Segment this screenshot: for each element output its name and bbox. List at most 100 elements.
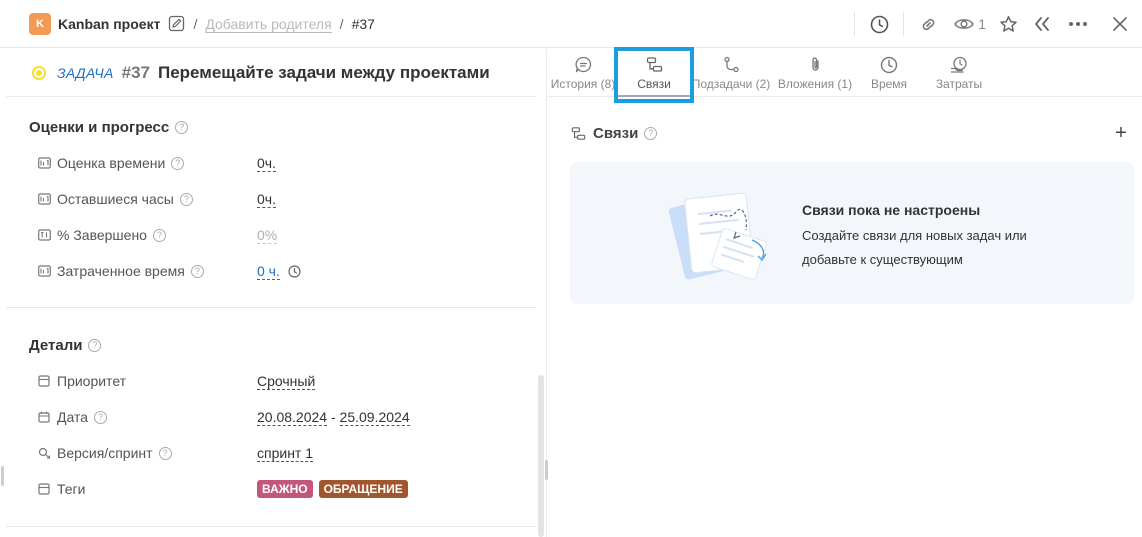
link-icon[interactable] [916,12,940,36]
add-parent-link[interactable]: Добавить родителя [205,16,331,32]
estimate-row: Оставшиеся часы? 0ч. [29,181,536,217]
remaining-hours-value[interactable]: 0ч. [257,191,276,208]
add-link-button[interactable]: + [1111,122,1131,144]
edit-icon[interactable] [167,15,185,33]
tab-history[interactable]: История (8) [551,49,615,97]
start-date-value[interactable]: 20.08.2024 [257,409,328,426]
tag-badge[interactable]: ОБРАЩЕНИЕ [318,480,408,498]
history-clock-icon[interactable] [867,12,891,36]
tab-costs[interactable]: Затраты [927,49,991,97]
date-range-dash: - [327,409,340,425]
help-icon[interactable]: ? [158,446,172,460]
star-icon[interactable] [996,12,1020,36]
project-badge[interactable]: K [29,12,51,35]
row-label-text: Оставшиеся часы [57,191,174,207]
row-label-text: Версия/спринт [57,445,153,461]
task-title[interactable]: Перемещайте задачи между проектами [158,63,490,83]
row-label: Дата? [57,409,257,425]
section-divider [6,526,536,527]
divider [854,12,856,36]
costs-icon [950,56,968,74]
estimate-row: % Завершено? 0% [29,217,536,253]
more-dots-icon[interactable] [1066,12,1090,36]
status-indicator[interactable] [32,65,46,80]
help-icon[interactable]: ? [152,228,166,242]
row-label-text: Оценка времени [57,155,166,171]
links-title: Связи [593,124,639,142]
percent-complete-icon [37,228,51,242]
task-details-panel: ЗАДАЧА #37 Перемещайте задачи между прое… [6,49,536,537]
watchers-button[interactable]: 1 [954,12,986,36]
paperclip-icon [806,56,824,74]
row-label: Оценка времени? [57,155,257,171]
help-icon[interactable]: ? [179,192,193,206]
empty-state-text: Создайте связи для новых задач или добав… [802,224,1062,272]
row-label-text: Дата [57,409,89,425]
details-section: Детали ? Приоритет Срочный Дата? 20.08.2… [6,308,536,526]
clock-icon[interactable] [288,264,301,278]
priority-icon [37,374,51,388]
priority-value[interactable]: Срочный [257,373,316,390]
empty-documents-illustration [668,192,767,280]
row-label: Теги [57,481,86,497]
details-title-text: Детали [29,336,83,354]
estimate-icon [37,156,51,170]
estimates-title-text: Оценки и прогресс [29,118,170,136]
subtasks-icon [722,56,740,74]
task-type-label[interactable]: ЗАДАЧА [57,65,114,81]
tab-attachments[interactable]: Вложения (1) [776,49,854,97]
breadcrumb-separator: / [193,15,198,32]
row-label: Оставшиеся часы? [57,191,257,207]
sprint-value[interactable]: спринт 1 [257,445,314,462]
tag-badge[interactable]: ВАЖНО [257,480,313,498]
end-date-value[interactable]: 25.09.2024 [339,409,410,426]
spent-time-value[interactable]: 0 ч. [257,263,280,280]
help-icon[interactable]: ? [644,126,658,140]
empty-state-line: Создайте связи для новых задач или [802,228,1027,243]
estimates-section: Оценки и прогресс ? Оценка времени? 0ч. … [6,97,536,307]
help-icon[interactable]: ? [175,120,189,134]
links-icon [571,126,586,141]
links-header: Связи ? + [571,122,1131,144]
remaining-hours-icon [37,192,51,206]
breadcrumb-separator: / [339,15,344,32]
help-icon[interactable]: ? [88,338,102,352]
spent-time-icon [37,264,51,278]
tab-label: Время [870,76,908,91]
help-icon[interactable]: ? [190,264,204,278]
clock-icon [880,56,898,74]
history-bubble-icon [574,56,592,74]
tab-time[interactable]: Время [859,49,919,97]
time-estimate-value[interactable]: 0ч. [257,155,276,172]
version-row: Версия/спринт? спринт 1 [29,435,536,471]
empty-state-line: добавьте к существующим [802,252,963,267]
tab-label: Затраты [935,76,983,91]
estimate-row: Оценка времени? 0ч. [29,145,536,181]
breadcrumb-task-ref: #37 [351,15,375,32]
eye-icon [954,19,975,29]
empty-state-card: Связи пока не настроены Создайте связи д… [570,162,1134,304]
details-title: Детали ? [29,335,536,355]
help-icon[interactable]: ? [94,410,108,424]
top-bar-actions: 1 [854,0,1142,48]
help-icon[interactable]: ? [171,156,185,170]
project-name[interactable]: Kanban проект [58,16,160,32]
row-label-text: Затраченное время [57,263,185,279]
highlight-box [614,47,694,103]
tab-subtasks[interactable]: Подзадачи (2) [692,49,770,97]
calendar-icon [37,410,51,424]
close-icon[interactable] [1108,12,1132,36]
tag-icon [37,482,51,496]
watchers-count: 1 [978,16,986,32]
resize-handle[interactable] [1,466,4,486]
collapse-double-chevron-icon[interactable] [1030,12,1054,36]
tags-row: Теги ВАЖНО ОБРАЩЕНИЕ [29,471,536,507]
row-label: Приоритет [57,373,127,389]
sprint-icon [37,446,51,460]
row-label: Версия/спринт? [57,445,257,461]
percent-complete-value[interactable]: 0% [257,227,278,244]
row-label-text: % Завершено [57,227,147,243]
scrollbar[interactable] [538,375,544,537]
divider [903,12,905,36]
resize-handle[interactable] [545,460,548,480]
